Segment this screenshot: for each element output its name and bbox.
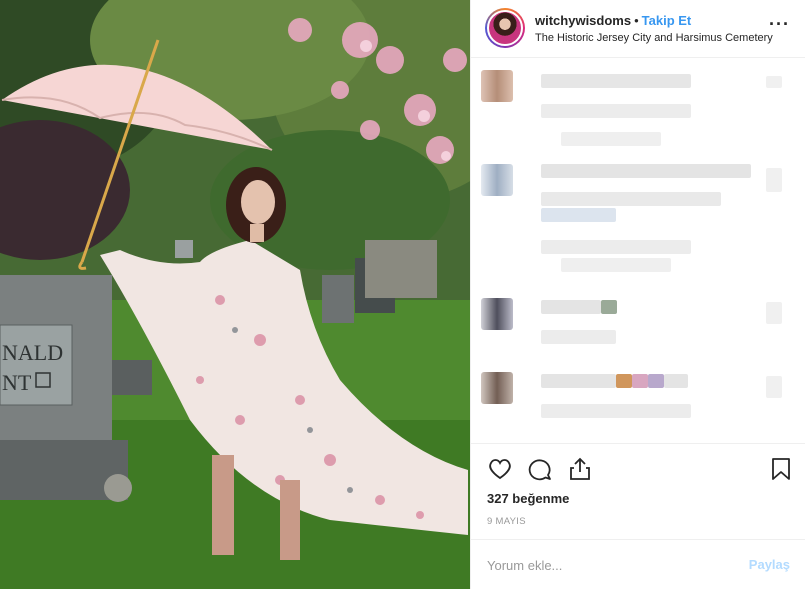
comment-icon[interactable] [527, 456, 553, 482]
share-icon[interactable] [567, 456, 593, 482]
post-date[interactable]: 9 MAYIS [487, 516, 526, 527]
avatar[interactable] [485, 8, 525, 48]
blurred-text [541, 192, 721, 206]
comment-input[interactable] [487, 554, 737, 576]
blurred-text [541, 74, 691, 88]
blurred-like [766, 376, 782, 398]
blurred-text [648, 374, 664, 388]
post-header: witchywisdoms • Takip Et The Historic Jers… [471, 0, 805, 58]
post-comment-button[interactable]: Paylaş [749, 557, 790, 572]
comment-avatar[interactable] [481, 164, 513, 196]
blurred-like [766, 168, 782, 192]
blurred-text [541, 300, 601, 314]
more-options-icon[interactable]: ··· [769, 14, 790, 35]
post-photo[interactable]: NALD NT [0, 0, 470, 589]
location-link[interactable]: The Historic Jersey City and Harsimus Ce… [535, 32, 773, 44]
blurred-text [541, 404, 691, 418]
blurred-text [541, 240, 691, 254]
blurred-text [541, 104, 691, 118]
follow-button[interactable]: Takip Et [642, 13, 692, 28]
headstone-text: NT [2, 370, 32, 395]
blurred-text [616, 374, 632, 388]
heart-icon[interactable] [487, 456, 513, 482]
separator-dot: • [634, 13, 639, 28]
comment-avatar[interactable] [481, 372, 513, 404]
headstone-text: NALD [2, 340, 63, 365]
blurred-text [664, 374, 688, 388]
blurred-text [541, 164, 751, 178]
blurred-text [632, 374, 648, 388]
blurred-text [601, 300, 617, 314]
user-line: witchywisdoms • Takip Et [535, 13, 691, 28]
blurred-like [766, 76, 782, 88]
blurred-like [766, 302, 782, 324]
bookmark-icon[interactable] [768, 456, 794, 482]
comment-form: Paylaş [471, 539, 805, 589]
post-side-panel: witchywisdoms • Takip Et The Historic Jers… [470, 0, 805, 589]
blurred-text [541, 374, 616, 388]
comments-list [471, 58, 805, 443]
blurred-text [541, 208, 616, 222]
post-actions: 327 beğenme 9 MAYIS [471, 443, 805, 539]
comment-avatar[interactable] [481, 70, 513, 102]
blurred-text [561, 132, 661, 146]
username-link[interactable]: witchywisdoms [535, 13, 631, 28]
comment-avatar[interactable] [481, 298, 513, 330]
blurred-text [541, 330, 616, 344]
photo-scene: NALD NT [0, 0, 470, 589]
likes-count[interactable]: 327 beğenme [487, 491, 569, 506]
blurred-text [561, 258, 671, 272]
